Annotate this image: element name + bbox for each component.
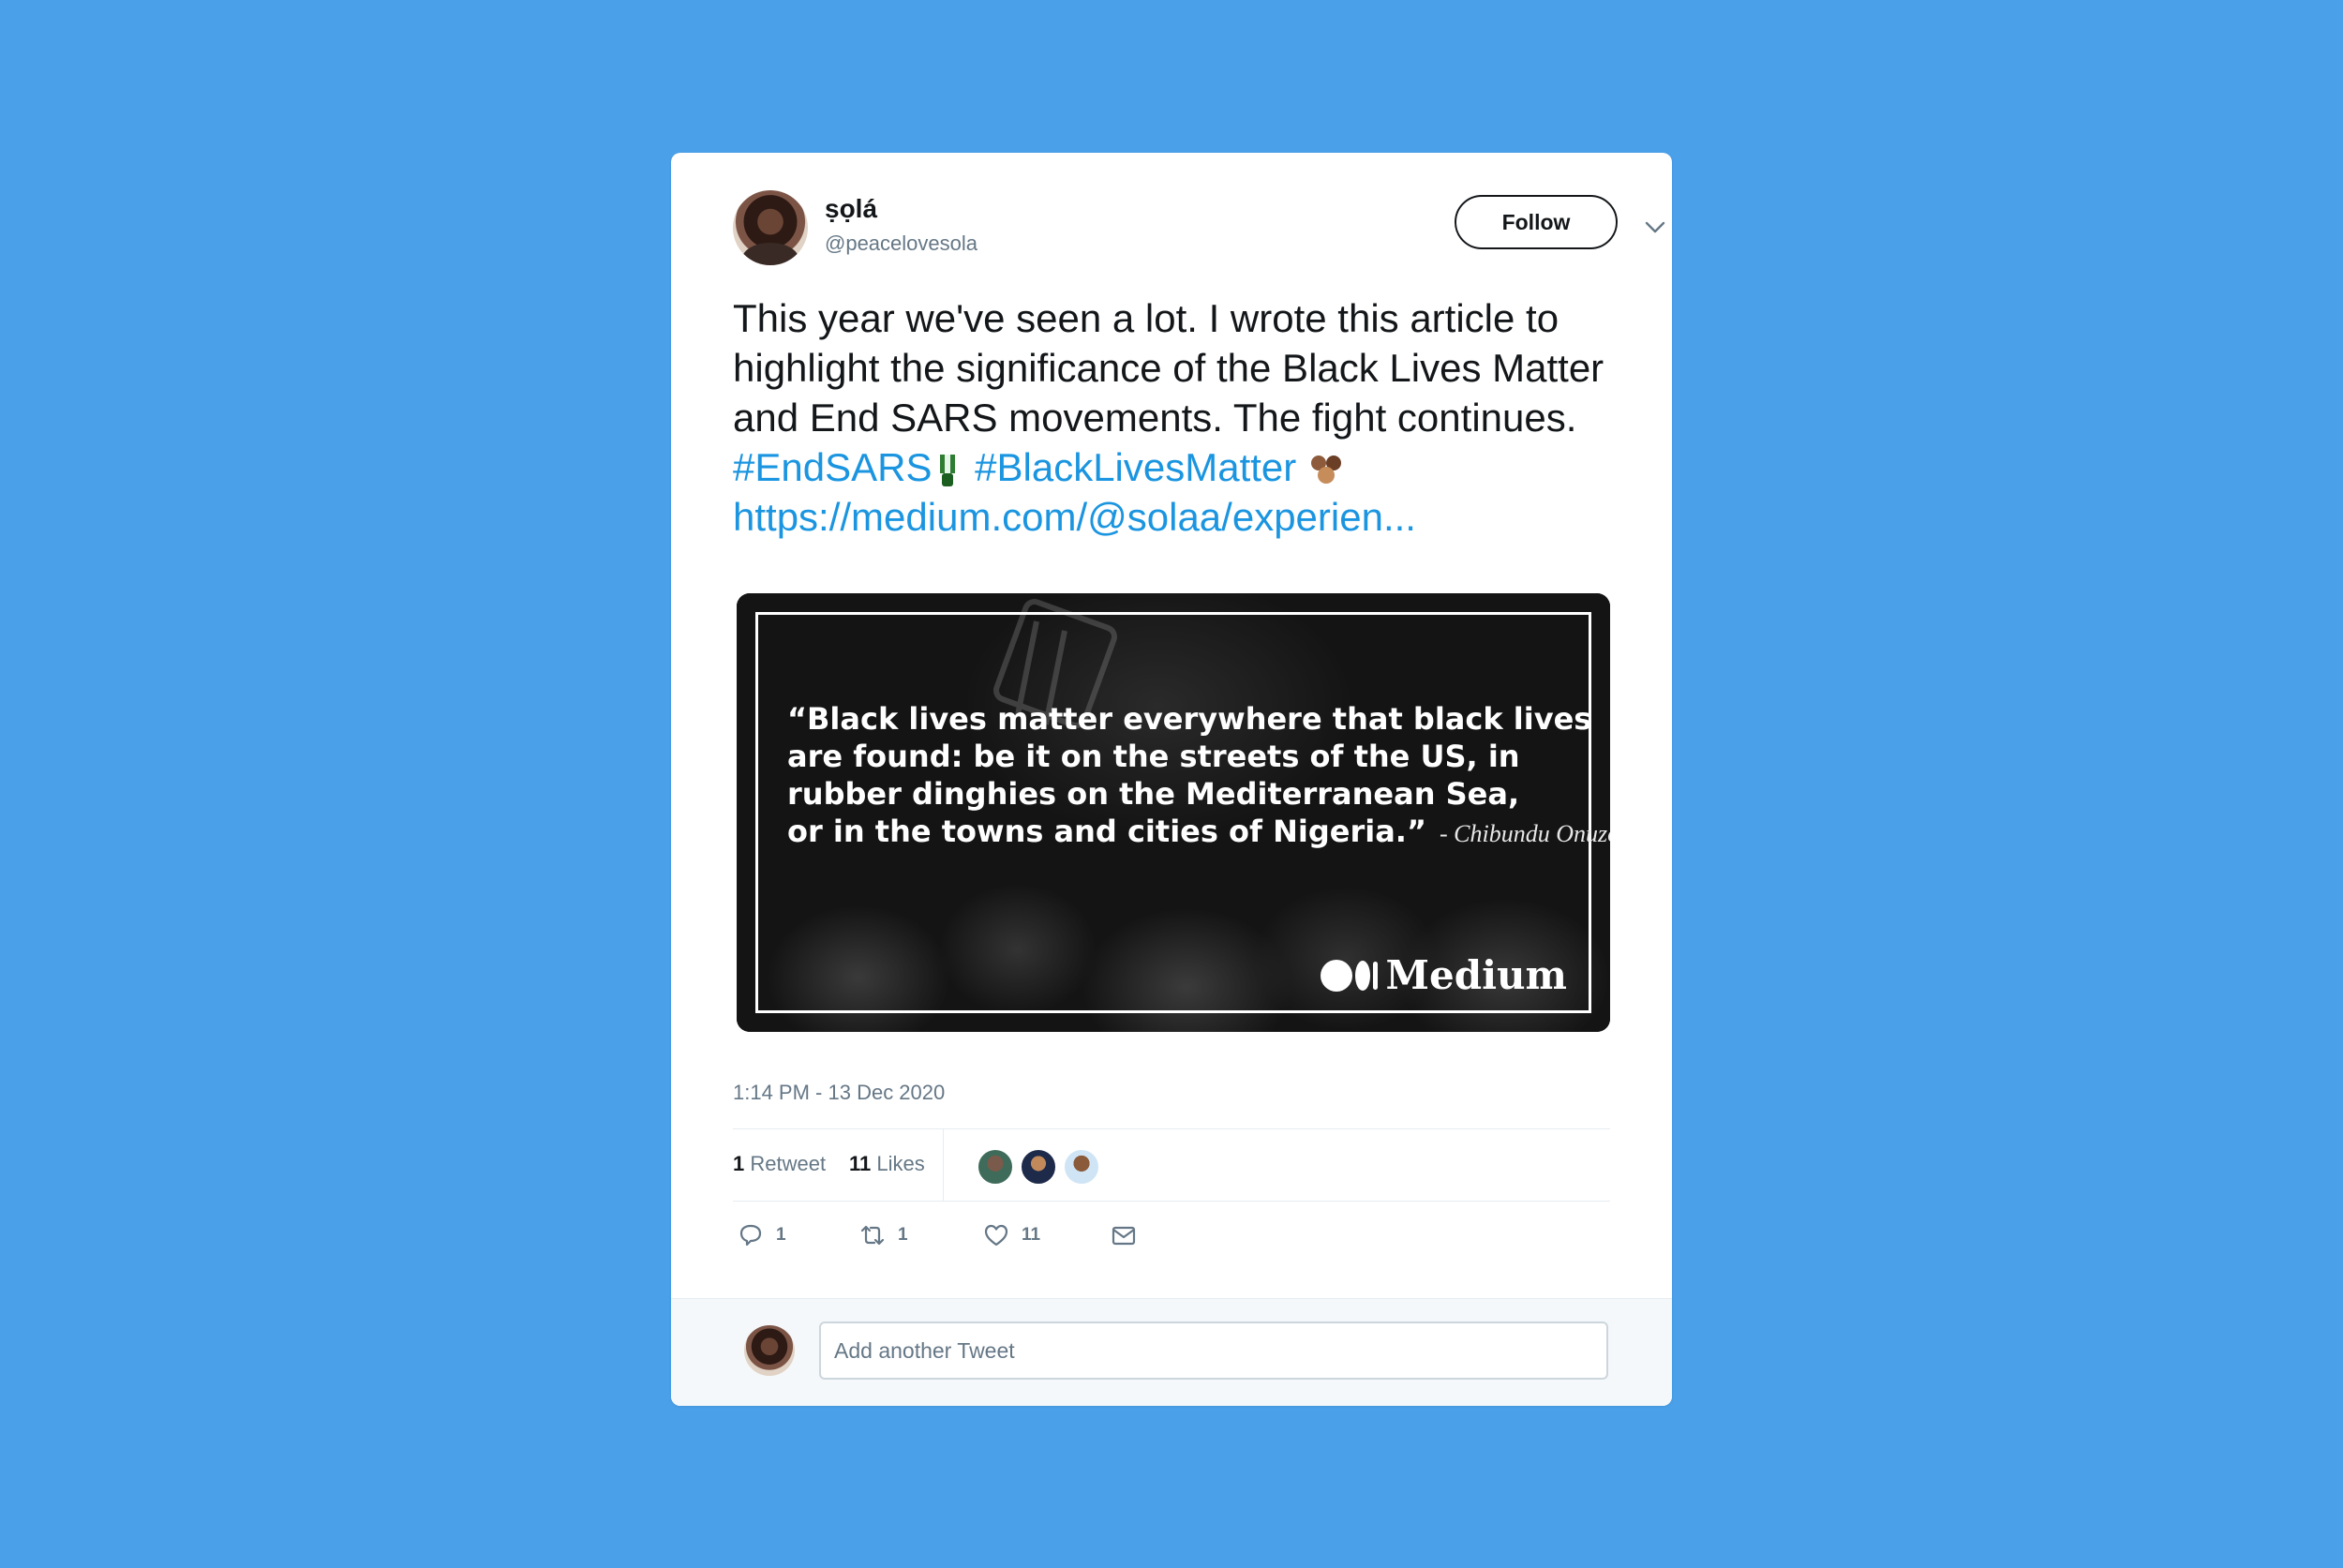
reply-action[interactable]: 1 xyxy=(737,1221,786,1249)
reply-input[interactable]: Add another Tweet xyxy=(819,1322,1608,1380)
tweet-header: ṣọlá @peacelovesola Follow xyxy=(733,190,1665,269)
hashtag-line: #EndSARS #BlackLivesMatter xyxy=(733,442,1651,492)
like-icon xyxy=(984,1224,1008,1247)
media-quote: “Black lives matter everywhere that blac… xyxy=(787,700,1610,853)
liker-avatar[interactable] xyxy=(977,1148,1014,1186)
author-avatar[interactable] xyxy=(733,190,808,265)
tweet-card: ṣọlá @peacelovesola Follow This year we'… xyxy=(671,153,1672,1406)
quote-line: are found: be it on the streets of the U… xyxy=(787,739,1520,774)
green-fist-emoji xyxy=(940,454,956,486)
tweet-text-line: This year we've seen a lot. I wrote this… xyxy=(733,296,1560,340)
article-link[interactable]: https://medium.com/@solaa/experien... xyxy=(733,492,1651,542)
tweet-timestamp[interactable]: 1:14 PM - 13 Dec 2020 xyxy=(733,1081,945,1105)
tweet-text-line: and End SARS movements. The fight contin… xyxy=(733,396,1577,440)
current-user-avatar xyxy=(744,1325,795,1376)
retweet-stat-label: Retweet xyxy=(750,1152,827,1175)
caret-down-icon[interactable] xyxy=(1638,211,1672,245)
quote-line-last: or in the towns and cities of Nigeria.” -… xyxy=(787,813,1610,853)
stats-separator xyxy=(943,1129,944,1201)
quote-line: “Black lives matter everywhere that blac… xyxy=(787,701,1592,737)
retweet-action[interactable]: 1 xyxy=(858,1221,908,1249)
tweet-text-line: highlight the significance of the Black … xyxy=(733,346,1604,390)
medium-logo-text: Medium xyxy=(1385,952,1567,998)
quote-line: rubber dinghies on the Mediterranean Sea… xyxy=(787,776,1520,812)
avatar-shoulders xyxy=(742,243,798,265)
tweet-actions: 1 1 11 xyxy=(737,1221,1614,1268)
likes-stat[interactable]: 11 Likes xyxy=(849,1152,925,1176)
tweet-stats: 1 Retweet 11 Likes xyxy=(733,1129,1610,1201)
reply-count: 1 xyxy=(776,1225,786,1245)
retweet-stat-count: 1 xyxy=(733,1152,745,1175)
author-display-name[interactable]: ṣọlá xyxy=(825,194,877,224)
hashtag-endsars[interactable]: #EndSARS xyxy=(733,445,932,489)
divider xyxy=(733,1201,1610,1202)
medium-logo: Medium xyxy=(1321,952,1567,998)
liker-avatar[interactable] xyxy=(1063,1148,1100,1186)
hashtag-blacklivesmatter[interactable]: #BlackLivesMatter xyxy=(975,445,1296,489)
message-icon xyxy=(1112,1226,1136,1246)
raised-fists-emoji xyxy=(1310,455,1341,484)
reply-icon xyxy=(739,1224,762,1247)
quote-line: or in the towns and cities of Nigeria.” xyxy=(787,814,1426,849)
retweet-count: 1 xyxy=(898,1225,908,1245)
likes-stat-count: 11 xyxy=(849,1152,872,1175)
quote-author: - Chibundu Onuzo xyxy=(1439,820,1610,847)
like-action[interactable]: 11 xyxy=(982,1221,1040,1249)
tweet-text: This year we've seen a lot. I wrote this… xyxy=(733,293,1651,542)
liker-avatar[interactable] xyxy=(1020,1148,1057,1186)
reply-bar: Add another Tweet xyxy=(671,1298,1672,1406)
likes-stat-label: Likes xyxy=(876,1152,925,1175)
message-action[interactable] xyxy=(1110,1221,1149,1249)
medium-logo-icon xyxy=(1321,959,1379,992)
retweet-stat[interactable]: 1 Retweet xyxy=(733,1152,826,1176)
author-handle[interactable]: @peacelovesola xyxy=(825,231,977,256)
media-card[interactable]: “Black lives matter everywhere that blac… xyxy=(737,593,1610,1032)
retweet-icon xyxy=(860,1225,885,1246)
follow-button[interactable]: Follow xyxy=(1455,195,1618,249)
like-count: 11 xyxy=(1022,1225,1041,1245)
